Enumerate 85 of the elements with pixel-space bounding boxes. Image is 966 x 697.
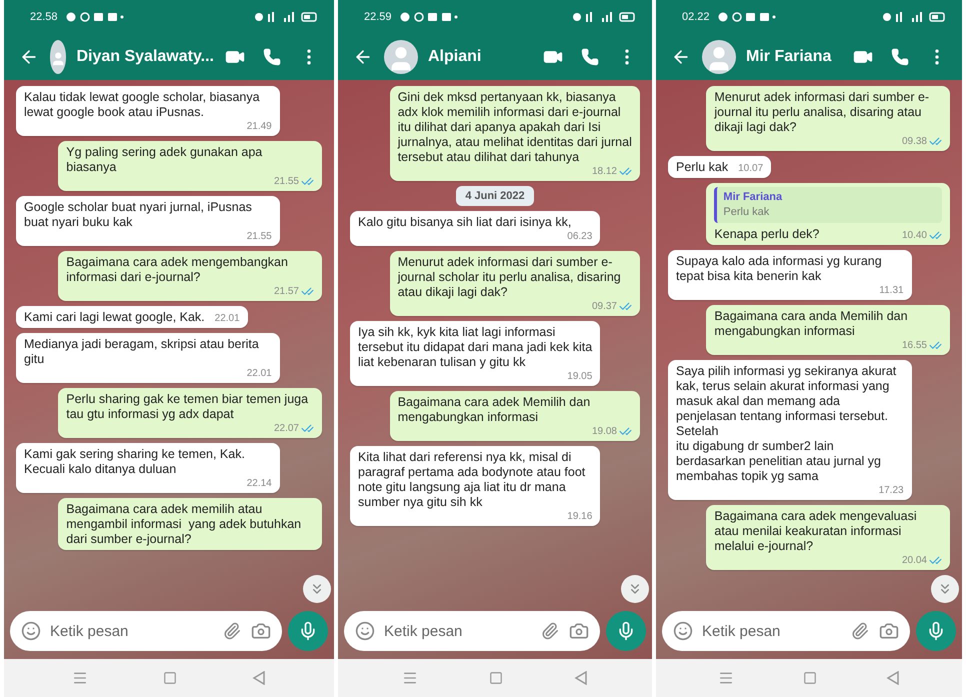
date-chip: 4 Juni 2022	[456, 186, 534, 206]
square-icon[interactable]	[489, 671, 503, 685]
status-time: 02.22	[682, 11, 710, 23]
message-time: 19.08	[592, 425, 617, 439]
message-text: Supaya kalo ada informasi yg kurang tepat bisa kita benerin kak	[676, 254, 883, 284]
microphone-button[interactable]	[606, 611, 646, 651]
message-text: Google scholar buat nyari jurnal, iPusnas buat nyari buku kak	[24, 200, 253, 230]
message-text: Kalo gitu bisanya sih liat dari isinya kk,	[358, 215, 572, 230]
scroll-down-button[interactable]	[621, 575, 649, 603]
message-time: 20.04	[902, 554, 927, 568]
contact-name[interactable]: Diyan Syalawaty...	[76, 48, 214, 66]
message-text: Kita lihat dari referensi nya kk, misal di paragraf pertama ada bodynote atau foot note gitu langsung aja liat itu dr mana sumber nya gitu sih kk	[358, 450, 586, 510]
message-text: Bagaimana cara adek mengembangkan informasi dari e-journal?	[66, 255, 289, 285]
message-time: 22.01	[246, 367, 272, 381]
avatar-icon[interactable]	[50, 40, 66, 74]
message-text: Kenapa perlu dek?	[714, 227, 820, 242]
avatar-icon[interactable]	[384, 40, 418, 74]
phone-icon[interactable]	[891, 48, 909, 66]
message-time: 21.49	[246, 120, 272, 134]
back-triangle-icon[interactable]	[886, 671, 900, 685]
avatar-icon[interactable]	[702, 40, 736, 74]
message-time: 10.40	[902, 229, 927, 243]
message-time: 19.16	[567, 510, 592, 524]
scroll-down-button[interactable]	[303, 575, 331, 603]
contact-name[interactable]: Mir Fariana	[746, 48, 842, 66]
message-text: Gini dek mksd pertanyaan kk, biasanya adx klok memilih informasi dari e-journal itu dilihat dari apanya apakah dari Isi jurnalnya, atau melihat identitas dari jurnal tersebut atau dilihat dari tahunya	[398, 90, 632, 165]
status-icons-drawing	[66, 12, 124, 22]
message-text: Yg paling sering adek gunakan apa biasanya	[66, 145, 264, 175]
back-triangle-icon[interactable]	[252, 671, 266, 685]
message-time: 16.55	[902, 339, 927, 353]
message-text: Menurut adek informasi dari sumber e-journal itu perlu analisa, disaring atau dikaji lagi dak?	[714, 90, 930, 135]
message-text: Bagaimana cara adek memilih atau mengambil informasi yang adek butuhkan dari sumber e-journal?	[66, 502, 302, 547]
quoted-text: Perlu kak	[723, 205, 770, 220]
message-text: Perlu sharing gak ke temen biar temen juga tau gtu informasi yg adx dapat	[66, 392, 310, 422]
message-text: Bagaimana cara adek Memilih dan mengabungkan informasi	[398, 395, 592, 425]
message-input[interactable]: Ketik pesan	[700, 622, 844, 640]
status-time: 22.59	[364, 11, 392, 23]
menu-icon[interactable]	[72, 670, 88, 686]
message-text: Kami gak sering sharing ke temen, Kak. Kecuali kalo ditanya duluan	[24, 447, 246, 477]
message-text: Perlu kak	[676, 160, 728, 175]
signal-battery-icon	[882, 12, 946, 22]
microphone-button[interactable]	[288, 611, 328, 651]
message-time: 06.23	[567, 230, 592, 244]
microphone-button[interactable]	[916, 611, 956, 651]
square-icon[interactable]	[163, 671, 177, 685]
quoted-sender: Mir Fariana	[723, 190, 784, 205]
message-time: 22.01	[214, 312, 240, 326]
message-time: 21.57	[274, 285, 299, 299]
message-text: Bagaimana cara adek mengevaluasi atau menilai keakuratan informasi melalui e-journal?	[714, 509, 918, 554]
scroll-down-button[interactable]	[931, 575, 959, 603]
message-text: Bagaimana cara anda Memilih dan mengabungkan informasi	[714, 309, 909, 339]
message-text: Iya sih kk, kyk kita liat lagi informasi tersebut itu didapat dari mana jadi kek kita liat kebenaran tulisan y gitu kk	[358, 325, 592, 370]
message-text: Saya pilih informasi yg sekiranya akurat kak, terus selain akurat informasi yang masuk akal dan memang ada penjelasan tentang informasi tersebut. Setelah itu digabung dr sumber2 lain berdasarkan penelitian atau jurnal yg membahas topik yg sama	[676, 364, 898, 484]
message-time: 09.37	[592, 300, 617, 314]
message-time: 09.38	[902, 135, 927, 149]
status-icons-drawing	[718, 12, 776, 22]
menu-icon[interactable]	[402, 670, 418, 686]
message-time: 21.55	[246, 230, 272, 244]
status-time: 22.58	[30, 11, 58, 23]
message-time: 22.07	[274, 422, 299, 436]
message-text: Kalau tidak lewat google scholar, biasanya lewat google book atau iPusnas.	[24, 90, 261, 120]
message-input[interactable]: Ketik pesan	[382, 622, 534, 640]
message-time: 11.31	[879, 284, 904, 298]
message-time: 21.55	[274, 175, 299, 189]
phone-icon[interactable]	[263, 48, 281, 66]
message-time: 18.12	[592, 165, 617, 179]
message-input[interactable]: Ketik pesan	[48, 622, 216, 640]
message-text: Menurut adek informasi dari sumber e-journal scholar itu perlu analisa, disaring atau dikaji lagi dak?	[398, 255, 622, 300]
square-icon[interactable]	[803, 671, 817, 685]
menu-icon[interactable]	[718, 670, 734, 686]
message-time: 10.07	[738, 162, 764, 176]
message-time: 17.23	[878, 484, 904, 498]
message-text: Medianya jadi beragam, skripsi atau berita gitu	[24, 337, 260, 367]
phone-icon[interactable]	[581, 48, 599, 66]
status-icons-drawing	[400, 12, 458, 22]
message-time: 22.14	[246, 477, 272, 491]
message-input-bar[interactable]: Ketik pesan	[10, 611, 282, 651]
message-text: Kami cari lagi lewat google, Kak.	[24, 310, 205, 325]
message-input-bar[interactable]: Ketik pesan	[662, 611, 910, 651]
signal-battery-icon	[254, 12, 318, 22]
message-time: 19.05	[567, 370, 592, 384]
message-input-bar[interactable]: Ketik pesan	[344, 611, 600, 651]
contact-name[interactable]: Alpiani	[428, 48, 532, 66]
signal-battery-icon	[572, 12, 636, 22]
back-triangle-icon[interactable]	[574, 671, 588, 685]
